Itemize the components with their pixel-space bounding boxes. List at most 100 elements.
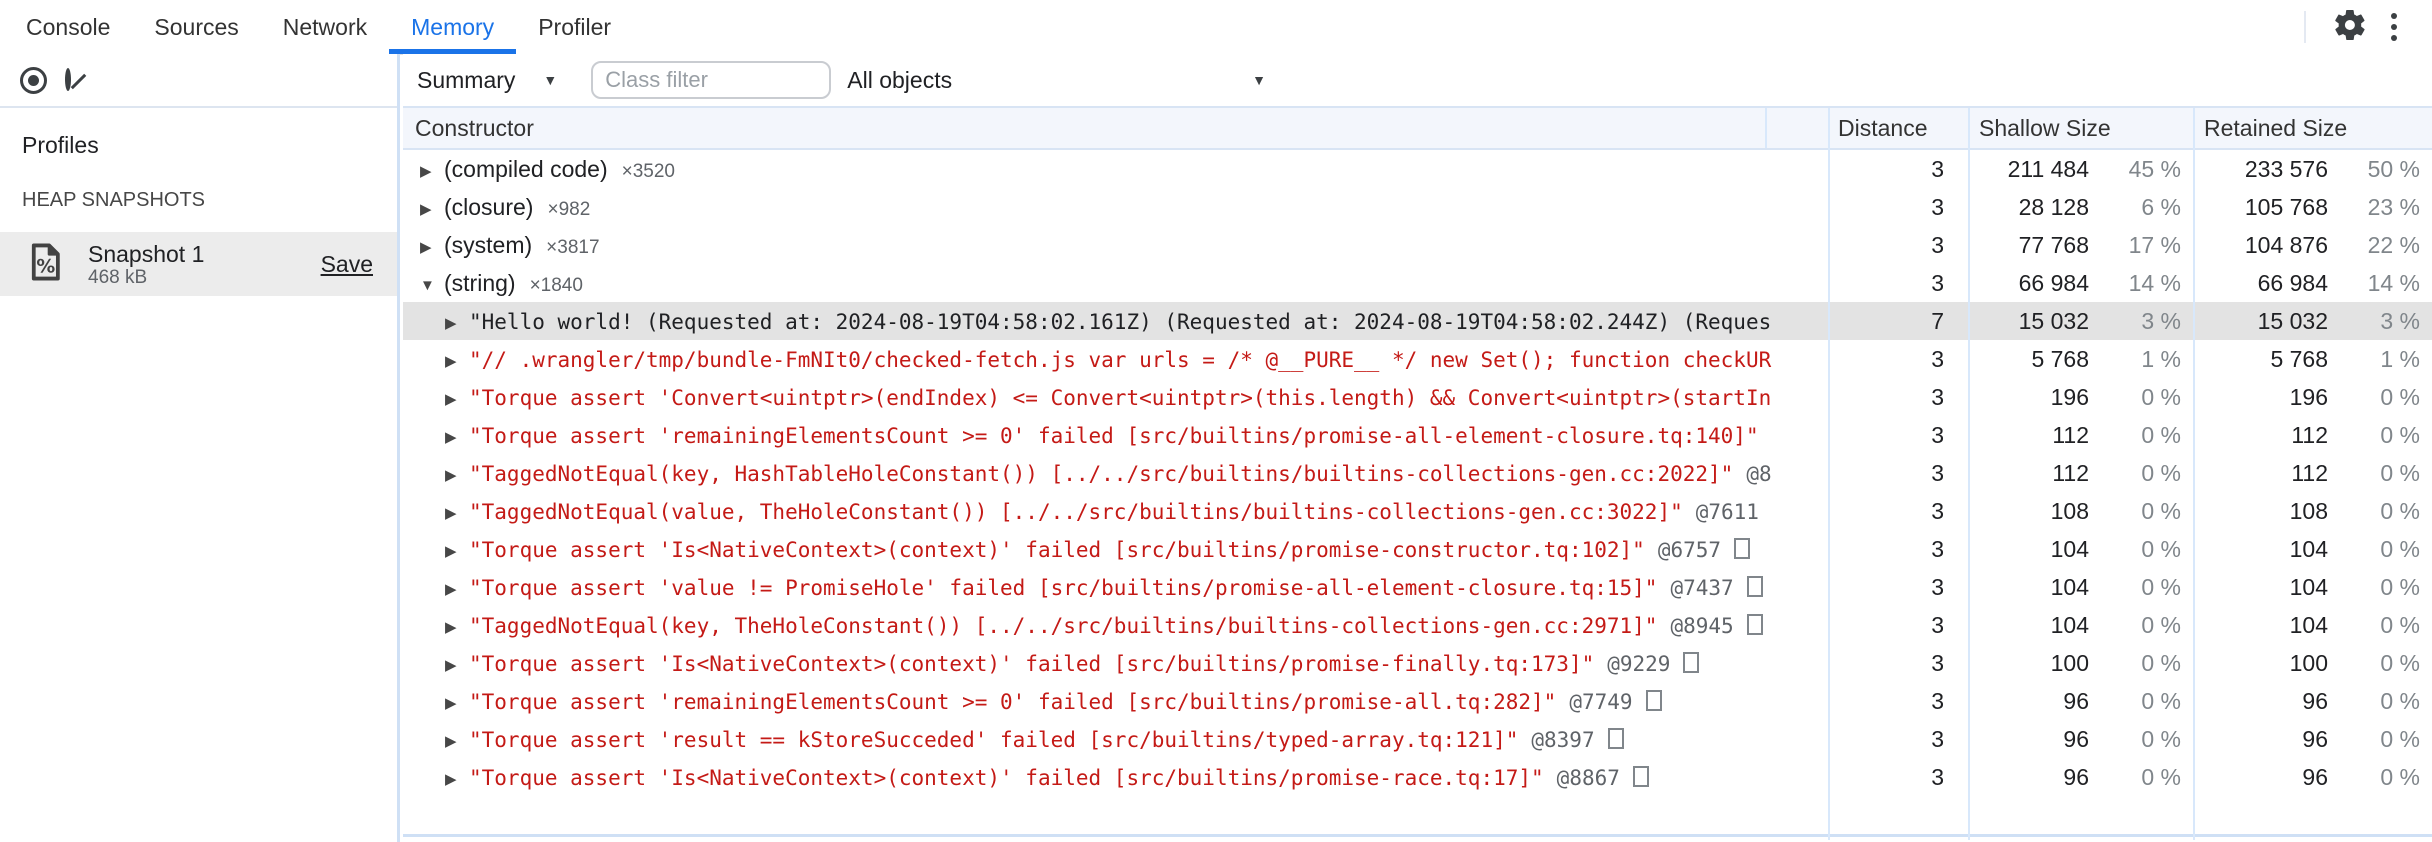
shallow-size-cell: 104 0 % [1968,536,2193,563]
tab-sources[interactable]: Sources [132,0,260,54]
snapshot-list-item[interactable]: % Snapshot 1 468 kB Save [0,232,397,296]
constructor-grid: ▶ (compiled code) ×3520 3 211 484 45 % 233 576… [403,150,2432,837]
disclosure-triangle-icon[interactable]: ▶ [445,466,469,484]
table-row[interactable]: ▶ "Torque assert 'Is<NativeContext>(conte… [403,530,2432,568]
table-row[interactable]: ▼ (string) ×1840 3 66 984 14 % 66 984 14 % [403,264,2432,302]
object-id: @6757 [1657,537,1722,562]
table-row[interactable]: ▶ "Torque assert 'value != PromiseHole' f… [403,568,2432,606]
table-row[interactable]: ▶ "Hello world! (Requested at: 2024-08-19… [403,302,2432,340]
disclosure-triangle-icon[interactable]: ▶ [420,162,444,180]
disclosure-triangle-icon[interactable]: ▶ [445,732,469,750]
shallow-size-percent: 0 % [2141,383,2181,410]
disclosure-triangle-icon[interactable]: ▶ [420,238,444,256]
disclosure-triangle-icon[interactable]: ▼ [420,277,444,294]
settings-button[interactable] [2328,5,2372,49]
table-row[interactable]: ▶ (closure) ×982 3 28 128 6 % 105 768 23 % [403,188,2432,226]
distance-cell: 3 [1931,573,1944,600]
disclosure-triangle-icon[interactable]: ▶ [445,618,469,636]
disclosure-triangle-icon[interactable]: ▶ [445,770,469,788]
string-value: "Torque assert 'Is<NativeContext>(contex… [469,537,1645,562]
record-heap-snapshot-button[interactable] [20,66,47,94]
string-value: "Torque assert 'value != PromiseHole' fa… [469,575,1658,600]
retained-size-cell: 105 768 23 % [2193,194,2432,221]
column-header-constructor[interactable]: Constructor [415,108,534,148]
column-header-distance[interactable]: Distance [1838,108,1927,148]
string-value: "Torque assert 'result == kStoreSucceded… [469,727,1519,752]
disclosure-triangle-icon[interactable]: ▶ [420,200,444,218]
disclosure-triangle-icon[interactable]: ▶ [445,390,469,408]
table-row[interactable]: ▶ "TaggedNotEqual(value, TheHoleConstant(… [403,492,2432,530]
tab-console[interactable]: Console [4,0,132,54]
retained-size-cell: 196 0 % [2193,384,2432,411]
tab-memory[interactable]: Memory [389,0,517,54]
tab-profiler[interactable]: Profiler [516,0,633,54]
distance-cell: 3 [1931,459,1944,486]
string-value: "// .wrangler/tmp/bundle-FmNIt0/checked-… [469,347,1772,372]
shallow-size-percent: 14 % [2128,269,2181,296]
shallow-size-percent: 45 % [2128,155,2181,182]
table-row[interactable]: ▶ "Torque assert 'result == kStoreSuccede… [403,720,2432,758]
distance-cell: 3 [1931,383,1944,410]
table-row[interactable]: ▶ "TaggedNotEqual(key, TheHoleConstant())… [403,606,2432,644]
tab-network[interactable]: Network [261,0,389,54]
retained-size-cell: 100 0 % [2193,650,2432,677]
constructor-name: (closure) [444,193,534,220]
object-id: @7437 [1670,575,1734,600]
string-value: "Hello world! (Requested at: 2024-08-19T… [469,309,1772,334]
object-set-select[interactable]: All objects ▼ [847,67,1266,94]
distance-cell: 7 [1931,307,1944,334]
shallow-size-cell: 104 0 % [1968,612,2193,639]
constructor-cell: ▶ "Hello world! (Requested at: 2024-08-19… [403,308,1828,335]
shallow-size-cell: 77 768 17 % [1968,232,2193,259]
retained-size-cell: 66 984 14 % [2193,270,2432,297]
retained-size-percent: 0 % [2380,725,2420,752]
disclosure-triangle-icon[interactable]: ▶ [445,694,469,712]
constructor-cell: ▶ "Torque assert 'Is<NativeContext>(conte… [403,764,1828,791]
retained-size-cell: 104 0 % [2193,536,2432,563]
retained-size-cell: 96 0 % [2193,726,2432,753]
table-row[interactable]: ▶ "TaggedNotEqual(key, HashTableHoleConst… [403,454,2432,492]
shallow-size-value: 104 [2050,573,2089,600]
panel-tabs: Console Sources Network Memory Profiler [0,0,633,54]
disclosure-triangle-icon[interactable]: ▶ [445,542,469,560]
disclosure-triangle-icon[interactable]: ▶ [445,428,469,446]
retained-size-cell: 104 876 22 % [2193,232,2432,259]
column-header-retained-size[interactable]: Retained Size [2204,108,2347,148]
table-row[interactable]: ▶ "Torque assert 'Is<NativeContext>(conte… [403,644,2432,682]
disclosure-triangle-icon[interactable]: ▶ [445,314,469,332]
table-row[interactable]: ▶ (system) ×3817 3 77 768 17 % 104 876 22 % [403,226,2432,264]
constructor-cell: ▶ "Torque assert 'Is<NativeContext>(conte… [403,650,1828,677]
retained-size-value: 196 [2289,383,2328,410]
distance-cell: 3 [1931,725,1944,752]
constructor-cell: ▶ "// .wrangler/tmp/bundle-FmNIt0/checked… [403,346,1828,373]
retained-size-value: 96 [2302,763,2328,790]
retained-size-value: 104 [2289,573,2328,600]
shallow-size-cell: 96 0 % [1968,764,2193,791]
more-options-button[interactable] [2372,5,2416,49]
disclosure-triangle-icon[interactable]: ▶ [445,656,469,674]
table-row[interactable]: ▶ "// .wrangler/tmp/bundle-FmNIt0/checked… [403,340,2432,378]
retained-size-value: 104 876 [2244,231,2328,258]
table-row[interactable]: ▶ "Torque assert 'Convert<uintptr>(endInd… [403,378,2432,416]
distance-cell: 3 [1931,193,1944,220]
class-filter-input[interactable] [591,61,832,99]
object-glyph-icon [1607,727,1624,749]
disclosure-triangle-icon[interactable]: ▶ [445,352,469,370]
perspective-select[interactable]: Summary ▼ [417,67,557,94]
constructor-cell: ▶ "Torque assert 'remainingElementsCount … [403,688,1828,715]
retained-size-percent: 22 % [2367,231,2420,258]
table-row[interactable]: ▶ "Torque assert 'Is<NativeContext>(conte… [403,758,2432,796]
column-header-shallow-size[interactable]: Shallow Size [1979,108,2111,148]
save-snapshot-link[interactable]: Save [321,251,373,278]
constructor-name: (string) [444,269,516,296]
disclosure-triangle-icon[interactable]: ▶ [445,504,469,522]
table-row[interactable]: ▶ (compiled code) ×3520 3 211 484 45 % 233 576… [403,150,2432,188]
shallow-size-value: 196 [2050,383,2089,410]
table-row[interactable]: ▶ "Torque assert 'remainingElementsCount … [403,682,2432,720]
disclosure-triangle-icon[interactable]: ▶ [445,580,469,598]
shallow-size-cell: 211 484 45 % [1968,156,2193,183]
object-id: @8397 [1531,727,1595,752]
table-row[interactable]: ▶ "Torque assert 'remainingElementsCount … [403,416,2432,454]
retained-size-cell: 15 032 3 % [2193,308,2432,335]
clear-profiles-button[interactable] [65,68,87,91]
